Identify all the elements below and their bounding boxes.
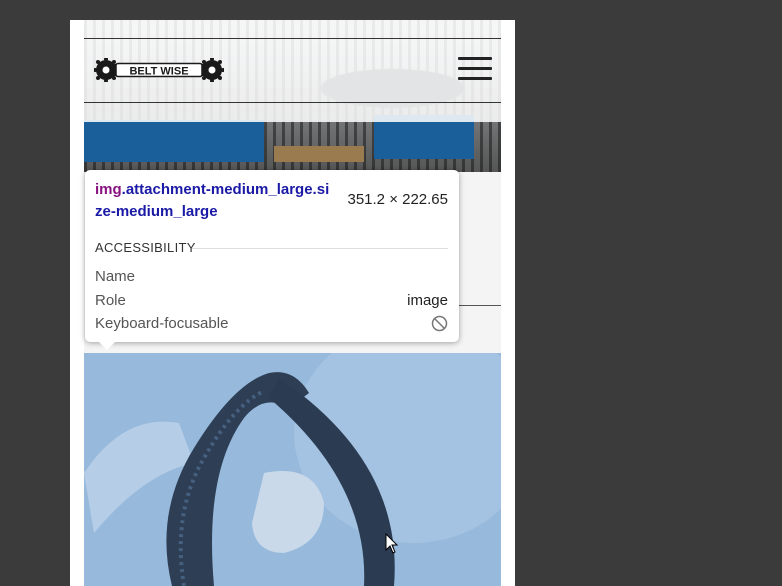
a11y-row-name: Name (95, 268, 448, 285)
accessibility-heading: ACCESSIBILITY (95, 240, 196, 255)
selector-tag: img (95, 181, 122, 198)
logo-text: BELT WISE (129, 65, 188, 77)
selector-classes: .attachment-medium_large.size-medium_lar… (95, 181, 330, 220)
belt-wise-logo[interactable]: BELT WISE (94, 58, 224, 82)
tooltip-caret (98, 341, 116, 350)
wooden-pallet (274, 146, 364, 162)
header-bottom-rule (84, 102, 501, 103)
mouse-cursor-icon (385, 533, 399, 554)
element-selector: img.attachment-medium_large.size-medium_… (95, 179, 330, 223)
a11y-row-role: Role image (95, 292, 448, 309)
header-top-rule (84, 38, 501, 39)
hamburger-menu-icon[interactable] (458, 57, 492, 81)
a11y-row-keyboard-focusable: Keyboard-focusable (95, 315, 448, 332)
timing-belt-image (84, 353, 501, 586)
element-dimensions: 351.2 × 222.65 (347, 191, 448, 208)
row-label: Name (95, 268, 136, 285)
row-value: image (407, 292, 448, 309)
blue-cart (84, 120, 264, 162)
devtools-inspect-tooltip: img.attachment-medium_large.size-medium_… (85, 170, 459, 350)
row-label: Role (95, 292, 126, 309)
section-divider (192, 248, 448, 249)
not-allowed-icon (431, 315, 448, 332)
row-label: Keyboard-focusable (95, 315, 229, 332)
